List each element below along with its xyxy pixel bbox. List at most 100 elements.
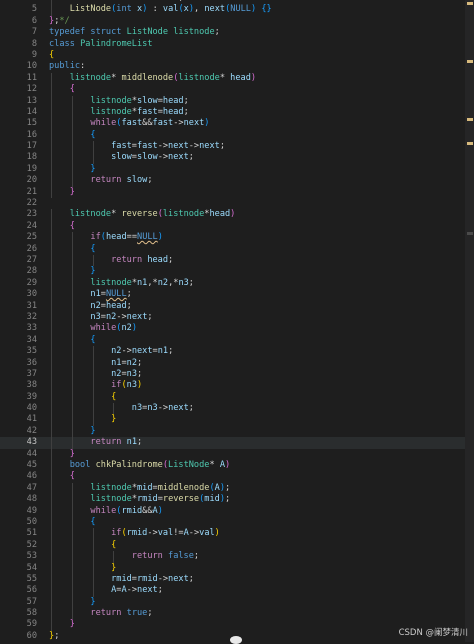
code-line[interactable]: 22 — [0, 198, 474, 209]
code-line[interactable]: 51 if(rmid->val!=A->val) — [0, 528, 474, 540]
code-text[interactable]: ListNode(int x) : val(x), next(NULL) {} — [49, 4, 272, 15]
code-text[interactable]: if(rmid->val!=A->val) — [49, 528, 220, 539]
code-text[interactable]: while(n2) — [49, 323, 137, 334]
code-line[interactable]: 52 { — [0, 539, 474, 552]
code-text[interactable]: };*/ — [49, 16, 70, 27]
code-line[interactable]: 25 if(head==NULL) — [0, 232, 474, 244]
code-line[interactable]: 5 ListNode(int x) : val(x), next(NULL) {… — [0, 4, 474, 16]
code-text[interactable]: listnode*slow=head; — [49, 96, 188, 107]
code-text[interactable]: } — [49, 266, 95, 277]
code-line[interactable]: 28 } — [0, 266, 474, 278]
code-text[interactable]: n3=n2->next; — [49, 312, 152, 323]
code-text[interactable]: fast=fast->next->next; — [49, 141, 225, 152]
code-text[interactable]: }; — [49, 631, 59, 642]
code-text[interactable]: listnode*n1,*n2,*n3; — [49, 278, 194, 289]
code-text[interactable]: return false; — [49, 551, 199, 562]
code-text[interactable]: rmid=rmid->next; — [49, 574, 194, 585]
code-text[interactable]: n2->next=n1; — [49, 346, 173, 357]
code-line[interactable]: 21 } — [0, 186, 474, 199]
code-text[interactable]: { — [49, 244, 95, 255]
code-line[interactable]: 38 if(n3) — [0, 380, 474, 392]
code-text[interactable]: A=A->next; — [49, 585, 163, 596]
code-text[interactable]: n1=n2; — [49, 358, 142, 369]
code-text[interactable]: { — [49, 50, 54, 61]
code-line[interactable]: 48 listnode*rmid=reverse(mid); — [0, 494, 474, 506]
code-line[interactable]: 37 n2=n3; — [0, 368, 474, 381]
code-text[interactable]: } — [49, 597, 95, 608]
code-line[interactable]: 56 A=A->next; — [0, 585, 474, 597]
code-line[interactable]: 49 while(rmid&&A) — [0, 505, 474, 517]
code-text[interactable]: while(fast&&fast->next) — [49, 118, 209, 129]
code-line[interactable]: 14 listnode*fast=head; — [0, 106, 474, 119]
vertical-scrollbar[interactable] — [465, 0, 474, 642]
code-line[interactable]: 31 n2=head; — [0, 300, 474, 312]
code-text[interactable]: bool chkPalindrome(ListNode* A) — [49, 460, 230, 471]
code-line[interactable]: 34 { — [0, 334, 474, 347]
code-line[interactable]: 41 } — [0, 414, 474, 426]
code-text[interactable]: } — [49, 187, 75, 198]
code-text[interactable]: listnode* middlenode(listnode* head) — [49, 73, 256, 84]
code-line[interactable]: 50 { — [0, 516, 474, 529]
code-text[interactable]: { — [49, 335, 95, 346]
code-line[interactable]: 55 rmid=rmid->next; — [0, 573, 474, 586]
code-line[interactable]: 19 } — [0, 163, 474, 176]
code-line[interactable]: 18 slow=slow->next; — [0, 152, 474, 164]
code-line[interactable]: 11 listnode* middlenode(listnode* head) — [0, 72, 474, 85]
code-line[interactable]: 30 n1=NULL; — [0, 289, 474, 301]
code-text[interactable]: slow=slow->next; — [49, 152, 194, 163]
code-text[interactable]: { — [49, 517, 95, 528]
code-text[interactable]: class PalindromeList — [49, 39, 153, 50]
code-text[interactable]: public: — [49, 61, 85, 72]
code-text[interactable]: listnode*rmid=reverse(mid); — [49, 494, 230, 505]
code-text[interactable]: if(n3) — [49, 380, 142, 391]
code-text[interactable]: { — [49, 471, 75, 482]
code-line[interactable]: 8 class PalindromeList — [0, 39, 474, 50]
code-line[interactable]: 16 { — [0, 129, 474, 142]
code-editor[interactable]: 4 struct ListNode *next;5 ListNode(int x… — [0, 0, 474, 642]
code-line[interactable]: 12 { — [0, 84, 474, 96]
code-line[interactable]: 32 n3=n2->next; — [0, 311, 474, 324]
code-line[interactable]: 46 { — [0, 471, 474, 483]
code-line[interactable]: 13 listnode*slow=head; — [0, 95, 474, 107]
code-line[interactable]: 10 public: — [0, 61, 474, 72]
code-line[interactable]: 44 } — [0, 448, 474, 461]
code-line[interactable]: 57 } — [0, 596, 474, 609]
code-text[interactable]: { — [49, 540, 116, 551]
code-line[interactable]: 20 return slow; — [0, 175, 474, 187]
code-text[interactable]: n2=head; — [49, 301, 131, 312]
code-line[interactable]: 6};*/ — [0, 16, 474, 27]
code-line[interactable]: 17 fast=fast->next->next; — [0, 141, 474, 153]
code-text[interactable]: while(rmid&&A) — [49, 506, 163, 517]
code-line[interactable]: 40 n3=n3->next; — [0, 403, 474, 415]
code-text[interactable]: typedef struct ListNode listnode; — [49, 27, 220, 38]
code-text[interactable]: return slow; — [49, 175, 152, 186]
code-line[interactable]: 43 return n1; — [0, 437, 474, 449]
code-line[interactable]: 39 { — [0, 391, 474, 404]
code-line[interactable]: 24 { — [0, 220, 474, 233]
code-line[interactable]: 26 { — [0, 243, 474, 255]
code-text[interactable]: return true; — [49, 608, 152, 619]
code-text[interactable]: return n1; — [49, 437, 142, 448]
code-line[interactable]: 45 bool chkPalindrome(ListNode* A) — [0, 460, 474, 472]
code-line[interactable]: 33 while(n2) — [0, 323, 474, 335]
code-line[interactable]: 7 typedef struct ListNode listnode; — [0, 27, 474, 38]
code-text[interactable]: listnode*mid=middlenode(A); — [49, 483, 230, 494]
code-line[interactable]: 42 } — [0, 425, 474, 438]
code-text[interactable]: { — [49, 392, 116, 403]
code-text[interactable]: } — [49, 619, 75, 630]
code-line[interactable]: 9{ — [0, 50, 474, 61]
code-line[interactable]: 27 return head; — [0, 254, 474, 267]
code-text[interactable]: } — [49, 449, 75, 460]
code-text[interactable]: } — [49, 426, 95, 437]
code-text[interactable]: return head; — [49, 255, 173, 266]
code-text[interactable]: } — [49, 414, 116, 425]
code-text[interactable]: { — [49, 221, 75, 232]
code-line[interactable]: 15 while(fast&&fast->next) — [0, 118, 474, 130]
code-text[interactable]: { — [49, 84, 75, 95]
code-text[interactable]: listnode*fast=head; — [49, 107, 188, 118]
code-text[interactable]: } — [49, 164, 95, 175]
code-text[interactable]: listnode* reverse(listnode*head) — [49, 209, 236, 220]
code-text[interactable]: n1=NULL; — [49, 289, 131, 300]
code-text[interactable]: } — [49, 563, 116, 574]
code-text[interactable]: { — [49, 130, 95, 141]
